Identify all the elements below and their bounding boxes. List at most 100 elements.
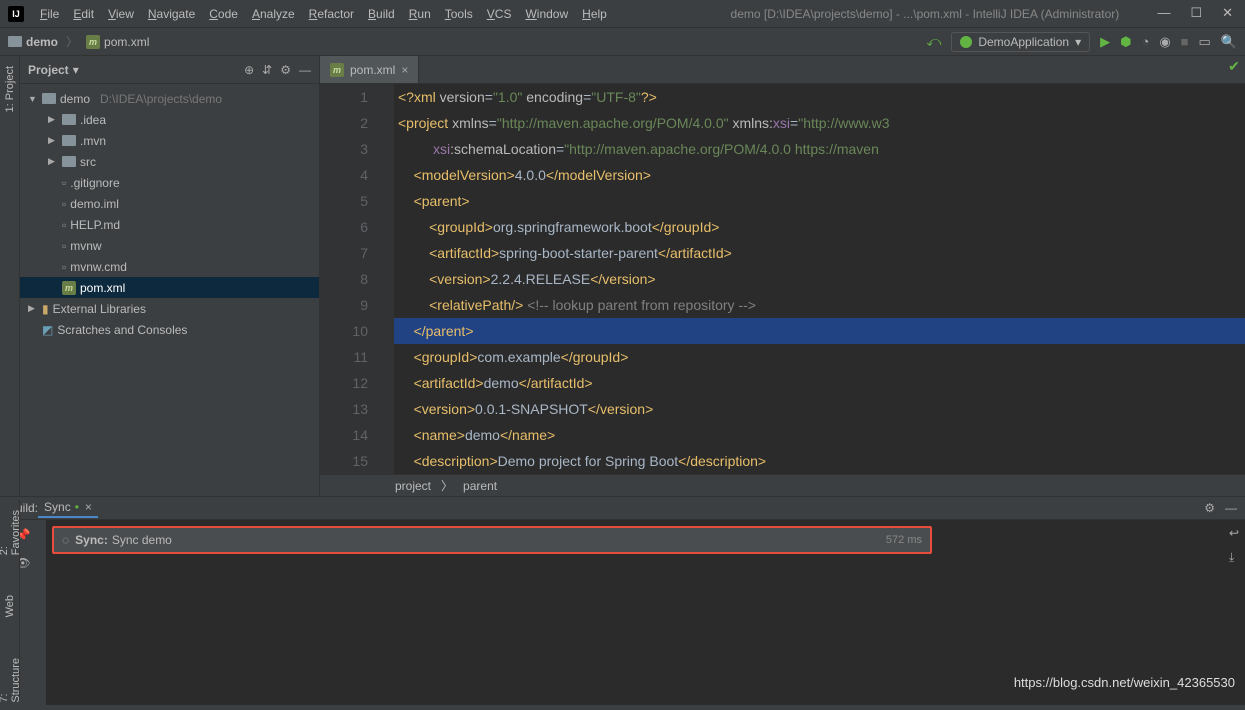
menu-refactor[interactable]: Refactor <box>303 5 360 23</box>
maven-icon: m <box>62 281 76 295</box>
favorites-tool-button[interactable]: 2: Favorites <box>0 510 22 555</box>
menu-build[interactable]: Build <box>362 5 401 23</box>
scratch-icon: ◩ <box>42 323 53 337</box>
tree-item--mvn[interactable]: ▶.mvn <box>20 130 319 151</box>
code-line-14[interactable]: <name>demo</name> <box>394 422 1245 448</box>
menu-view[interactable]: View <box>102 5 140 23</box>
menu-navigate[interactable]: Navigate <box>142 5 201 23</box>
code-line-10[interactable]: </parent> <box>394 318 1245 344</box>
code-line-7[interactable]: <artifactId>spring-boot-starter-parent</… <box>394 240 1245 266</box>
expand-all-icon[interactable]: ⇵ <box>262 63 272 77</box>
breadcrumb[interactable]: demo 〉 m pom.xml <box>8 33 149 50</box>
inspection-ok-icon[interactable]: ✔ <box>1223 58 1245 75</box>
stop-button[interactable]: ■ <box>1181 34 1189 49</box>
hide-icon[interactable]: — <box>299 63 311 77</box>
menu-analyze[interactable]: Analyze <box>246 5 301 23</box>
expand-arrow-icon[interactable]: ▼ <box>28 94 38 104</box>
tree-item-pom-xml[interactable]: m pom.xml <box>20 277 319 298</box>
soft-wrap-icon[interactable]: ↩ <box>1229 526 1239 540</box>
code-line-5[interactable]: <parent> <box>394 188 1245 214</box>
search-button[interactable]: 🔍 <box>1221 34 1237 50</box>
code-line-15[interactable]: <description>Demo project for Spring Boo… <box>394 448 1245 474</box>
profile-button[interactable]: ◉ <box>1159 34 1170 50</box>
code-line-2[interactable]: <project xmlns="http://maven.apache.org/… <box>394 110 1245 136</box>
code-line-1[interactable]: <?xml version="1.0" encoding="UTF-8"?> <box>394 84 1245 110</box>
chevron-down-icon[interactable]: ▾ <box>73 63 79 77</box>
tree-item-src[interactable]: ▶src <box>20 151 319 172</box>
minimize-button[interactable]: — <box>1157 5 1170 21</box>
app-icon: IJ <box>8 6 24 22</box>
web-tool-button[interactable]: Web <box>4 595 16 617</box>
sync-status-row[interactable]: ◌ Sync: Sync demo 572 ms <box>52 526 932 554</box>
menu-code[interactable]: Code <box>203 5 244 23</box>
expand-arrow-icon[interactable]: ▶ <box>48 114 58 125</box>
structure-tool-button[interactable]: 7: Structure <box>0 658 22 703</box>
editor-tab-pom[interactable]: m pom.xml × <box>320 56 419 83</box>
tree-item--gitignore[interactable]: ▫.gitignore <box>20 172 319 193</box>
folder-icon <box>62 114 76 125</box>
crumb-project[interactable]: project <box>395 479 431 493</box>
crumb-parent[interactable]: parent <box>463 479 497 493</box>
tree-item-demo[interactable]: ▼demoD:\IDEA\projects\demo <box>20 88 319 109</box>
tree-item--idea[interactable]: ▶.idea <box>20 109 319 130</box>
project-tree[interactable]: ▼demoD:\IDEA\projects\demo▶.idea▶.mvn▶sr… <box>20 84 319 496</box>
spring-icon <box>960 36 972 48</box>
code-line-4[interactable]: <modelVersion>4.0.0</modelVersion> <box>394 162 1245 188</box>
code-line-13[interactable]: <version>0.0.1-SNAPSHOT</version> <box>394 396 1245 422</box>
project-tool-button[interactable]: 1: Project <box>4 66 16 112</box>
chevron-down-icon: ▾ <box>1075 35 1081 49</box>
expand-arrow-icon[interactable]: ▶ <box>48 135 58 146</box>
navigation-bar: demo 〉 m pom.xml ⤺ DemoApplication ▾ ▶ ⬢… <box>0 28 1245 56</box>
window-title: demo [D:\IDEA\projects\demo] - ...\pom.x… <box>731 7 1120 21</box>
menu-file[interactable]: File <box>34 5 65 23</box>
code-line-8[interactable]: <version>2.2.4.RELEASE</version> <box>394 266 1245 292</box>
maven-icon: m <box>86 35 100 49</box>
tree-item-Scratches-and-Consoles[interactable]: ◩Scratches and Consoles <box>20 319 319 340</box>
crumb-file: pom.xml <box>104 35 149 49</box>
close-button[interactable]: ✕ <box>1222 5 1233 21</box>
coverage-button[interactable]: ◔ <box>1141 34 1149 49</box>
code-line-3[interactable]: xsi:schemaLocation="http://maven.apache.… <box>394 136 1245 162</box>
file-icon: ▫ <box>62 176 66 190</box>
tree-item-demo-iml[interactable]: ▫demo.iml <box>20 193 319 214</box>
menu-run[interactable]: Run <box>403 5 437 23</box>
build-icon[interactable]: ⤺ <box>926 33 941 50</box>
menu-vcs[interactable]: VCS <box>481 5 518 23</box>
expand-arrow-icon[interactable]: ▶ <box>28 303 38 314</box>
menu-tools[interactable]: Tools <box>439 5 479 23</box>
gear-icon[interactable]: ⚙ <box>280 63 291 77</box>
code-line-9[interactable]: <relativePath/> <!-- lookup parent from … <box>394 292 1245 318</box>
code-content[interactable]: <?xml version="1.0" encoding="UTF-8"?><p… <box>394 84 1245 474</box>
menu-window[interactable]: Window <box>519 5 574 23</box>
tree-item-mvnw-cmd[interactable]: ▫mvnw.cmd <box>20 256 319 277</box>
select-opened-file-icon[interactable]: ⊕ <box>244 63 254 77</box>
tree-item-mvnw[interactable]: ▫mvnw <box>20 235 319 256</box>
scroll-to-end-icon[interactable]: ⤓ <box>1229 550 1239 565</box>
editor-breadcrumbs[interactable]: project 〉 parent <box>320 474 1245 496</box>
editor-body[interactable]: 123456789101112131415 <?xml version="1.0… <box>320 84 1245 474</box>
run-configuration-selector[interactable]: DemoApplication ▾ <box>951 32 1090 52</box>
tree-label: pom.xml <box>80 281 125 295</box>
close-tab-icon[interactable]: × <box>401 63 408 77</box>
menu-edit[interactable]: Edit <box>67 5 100 23</box>
build-tab-sync[interactable]: Sync • × <box>38 498 98 518</box>
debug-button[interactable]: ⬢ <box>1120 34 1131 50</box>
tree-item-HELP-md[interactable]: ▫HELP.md <box>20 214 319 235</box>
tree-label: demo.iml <box>70 197 119 211</box>
maximize-button[interactable]: ☐ <box>1190 5 1202 21</box>
file-icon: ▫ <box>62 218 66 232</box>
folder-icon <box>62 156 76 167</box>
tree-item-External-Libraries[interactable]: ▶▮External Libraries <box>20 298 319 319</box>
run-button[interactable]: ▶ <box>1100 34 1110 50</box>
code-line-6[interactable]: <groupId>org.springframework.boot</group… <box>394 214 1245 240</box>
code-line-11[interactable]: <groupId>com.example</groupId> <box>394 344 1245 370</box>
close-tab-icon[interactable]: × <box>85 500 92 514</box>
layout-button[interactable]: ▭ <box>1199 34 1211 50</box>
menu-help[interactable]: Help <box>576 5 613 23</box>
expand-arrow-icon[interactable]: ▶ <box>48 156 58 167</box>
hide-icon[interactable]: — <box>1225 501 1237 515</box>
gear-icon[interactable]: ⚙ <box>1204 501 1215 515</box>
editor-area: m pom.xml × 123456789101112131415 <?xml … <box>320 56 1245 496</box>
code-line-12[interactable]: <artifactId>demo</artifactId> <box>394 370 1245 396</box>
folder-icon <box>8 36 22 47</box>
